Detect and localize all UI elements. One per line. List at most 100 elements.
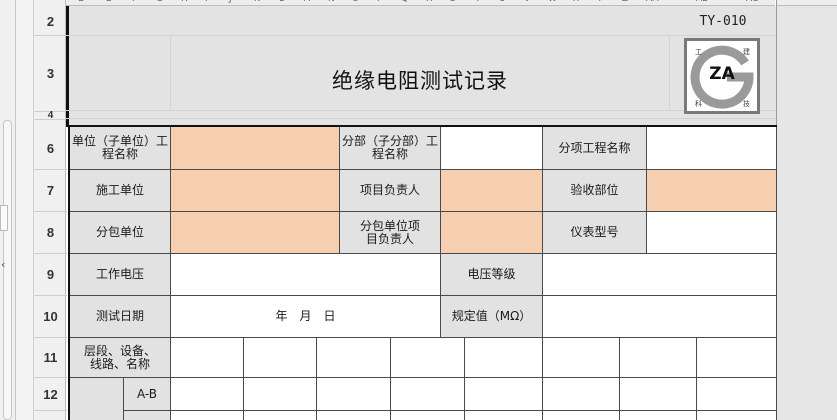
result-cell[interactable] [317,338,391,378]
row-header-8[interactable]: 8 [34,212,67,254]
result-cell[interactable] [620,338,697,378]
col-header[interactable]: Z [622,0,628,4]
gridline [669,35,670,111]
result-cell[interactable] [543,411,620,420]
row-header-12[interactable]: 12 [34,378,67,411]
phase-ab-label: A-B [124,378,171,411]
result-cell[interactable] [697,411,777,420]
result-cell[interactable] [171,411,244,420]
acceptance-label: 验收部位 [543,170,647,212]
row-header-4[interactable]: 4 [34,110,67,121]
project-manager-input[interactable] [441,170,543,212]
row-header-2[interactable]: 2 [34,8,67,36]
result-cell[interactable] [465,338,543,378]
row-header-9[interactable]: 9 [34,254,67,296]
result-cell[interactable] [620,411,697,420]
col-header[interactable]: E [106,0,112,4]
row-outline-gutter [16,0,33,420]
division-input[interactable] [441,127,543,170]
voltage-class-input[interactable] [543,254,777,296]
col-header[interactable]: Y [597,0,603,4]
col-header[interactable]: H [181,0,188,4]
col-header[interactable]: O [352,0,359,4]
voltage-class-label: 电压等级 [441,254,543,296]
result-cell[interactable] [697,338,777,378]
col-header[interactable]: W [548,0,557,4]
rated-value-input[interactable] [543,296,777,338]
col-header[interactable]: U [499,0,506,4]
result-cell[interactable] [465,411,543,420]
col-header[interactable]: I [205,0,208,4]
result-cell[interactable] [244,338,317,378]
col-header[interactable]: M [303,0,311,4]
result-cell[interactable] [465,378,543,411]
col-header[interactable]: AA [646,0,659,4]
constructor-label: 施工单位 [70,170,171,212]
col-header[interactable]: AB [696,0,708,4]
col-header[interactable]: F [132,0,137,4]
result-cell[interactable] [543,338,620,378]
col-header[interactable]: V [524,0,530,4]
row-header-3[interactable]: 3 [34,36,67,112]
phase-group-cell [70,378,124,420]
test-record-form: 单位（子单位）工程名称 分部（子分部）工程名称 分项工程名称 施工单位 项目负责… [68,125,777,420]
subcontractor-manager-label: 分包单位项目负责人 [340,212,441,254]
col-header[interactable]: P [377,0,382,4]
logo-char: 科 [695,100,702,108]
col-header[interactable]: G [156,0,163,4]
row-header-11[interactable]: 11 [34,338,67,378]
unit-project-label: 单位（子单位）工程名称 [70,127,171,170]
logo-text: ZA [709,64,735,84]
working-voltage-input[interactable] [171,254,441,296]
col-header[interactable]: AC [746,0,758,4]
row-header-7[interactable]: 7 [34,170,67,212]
layer-equipment-label: 层段、设备、线路、名称 [70,338,171,378]
col-header[interactable]: K [254,0,260,4]
col-header[interactable]: S [450,0,456,4]
subcontractor-label: 分包单位 [70,212,171,254]
result-cell[interactable] [697,378,777,411]
result-cell[interactable] [244,378,317,411]
col-header[interactable]: T [475,0,481,4]
subcontractor-manager-input[interactable] [441,212,543,254]
test-date-label: 测试日期 [70,296,171,338]
rated-value-label: 规定值（MΩ） [441,296,543,338]
meter-model-input[interactable] [647,212,777,254]
result-cell[interactable] [317,411,391,420]
col-header[interactable]: X [573,0,579,4]
column-header-strip-right [777,0,837,6]
test-date-input[interactable]: 年 月 日 [171,296,441,338]
subitem-input[interactable] [647,127,777,170]
company-logo: ZA 工 建 科 技 [684,38,760,114]
col-header[interactable]: L [279,0,284,4]
phase-next-label [124,411,171,420]
col-header[interactable]: N [328,0,335,4]
row-header-10[interactable]: 10 [34,296,67,338]
result-cell[interactable] [171,378,244,411]
subcontractor-input[interactable] [171,212,340,254]
col-header[interactable]: D [78,0,85,4]
result-cell[interactable] [543,378,620,411]
logo-char: 工 [695,48,702,56]
col-header[interactable]: Q [401,0,408,4]
result-cell[interactable] [171,338,244,378]
col-header[interactable]: R [426,0,432,4]
meter-model-label: 仪表型号 [543,212,647,254]
result-cell[interactable] [391,378,465,411]
unit-project-input[interactable] [171,127,340,170]
result-cell[interactable] [391,338,465,378]
collapse-arrow-icon[interactable]: ‹ [1,258,5,271]
gridline [66,118,776,119]
acceptance-input[interactable] [647,170,777,212]
working-voltage-label: 工作电压 [70,254,171,296]
result-cell[interactable] [391,411,465,420]
result-cell[interactable] [244,411,317,420]
form-code: TY-010 [699,14,747,29]
document-header: 绝缘电阻测试记录 TY-010 ZA 工 建 科 技 [66,6,776,127]
col-header[interactable]: J [229,0,232,4]
result-cell[interactable] [620,378,697,411]
splitter-handle[interactable] [0,205,8,231]
row-header-6[interactable]: 6 [34,127,67,170]
result-cell[interactable] [317,378,391,411]
constructor-input[interactable] [171,170,340,212]
